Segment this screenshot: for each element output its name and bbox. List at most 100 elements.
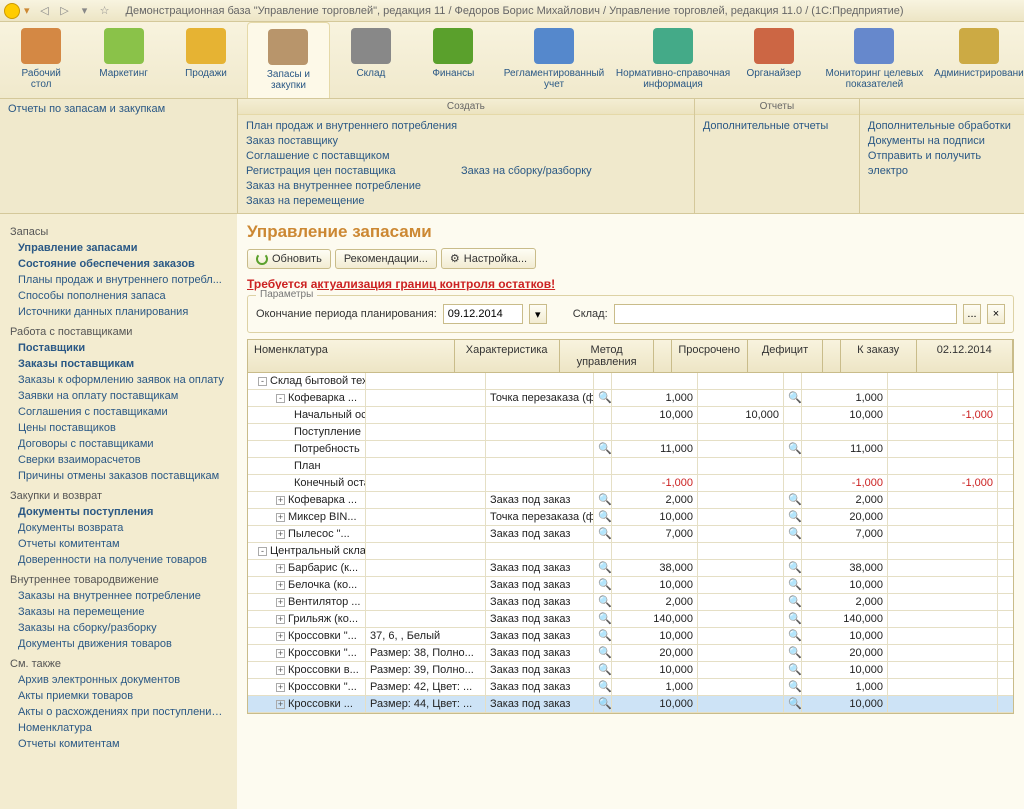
side-link[interactable]: Сверки взаиморасчетов	[0, 452, 237, 468]
side-link[interactable]: Заказы на перемещение	[0, 604, 237, 620]
cell-mag2[interactable]: 🔍	[784, 679, 802, 696]
create-link[interactable]: Заказ на сборку/разборку	[461, 164, 592, 179]
side-link[interactable]: Акты о расхождениях при поступлении т...	[0, 704, 237, 720]
settings-button[interactable]: ⚙ Настройка...	[441, 248, 536, 269]
table-row[interactable]: +Вентилятор ...Заказ под заказ🔍2,000🔍2,0…	[248, 594, 1013, 611]
dropdown-icon[interactable]: ▾	[24, 4, 30, 17]
table-row[interactable]: +Кроссовки в...Размер: 39, Полно...Заказ…	[248, 662, 1013, 679]
table-row[interactable]: +Белочка (ко...Заказ под заказ🔍10,000🔍10…	[248, 577, 1013, 594]
cell-mag1[interactable]: 🔍	[594, 628, 612, 645]
ribbon-6[interactable]: Регламентированныйучет	[495, 22, 614, 98]
ribbon-8[interactable]: Органайзер	[733, 22, 815, 98]
side-link[interactable]: Отчеты комитентам	[0, 736, 237, 752]
table-row[interactable]: +Кроссовки "...Размер: 42, Цвет: ...Зака…	[248, 679, 1013, 696]
create-link[interactable]: Заказ на перемещение	[246, 194, 421, 209]
tree-toggle-icon[interactable]: +	[276, 632, 285, 641]
tree-toggle-icon[interactable]: +	[276, 496, 285, 505]
nav-back-icon[interactable]: ◁	[36, 3, 54, 19]
period-input[interactable]	[443, 304, 523, 324]
cell-mag1[interactable]: 🔍	[594, 441, 612, 458]
side-link[interactable]: Архив электронных документов	[0, 672, 237, 688]
table-row[interactable]: +Миксер BIN...Точка перезаказа (фи...🔍10…	[248, 509, 1013, 526]
create-link[interactable]: Заказ на внутреннее потребление	[246, 179, 421, 194]
side-link[interactable]: Документы поступления	[0, 504, 237, 520]
refresh-button[interactable]: Обновить	[247, 249, 331, 269]
cell-mag2[interactable]: 🔍	[784, 696, 802, 713]
side-link[interactable]: Номенклатура	[0, 720, 237, 736]
cell-mag2[interactable]: 🔍	[784, 662, 802, 679]
cell-mag1[interactable]: 🔍	[594, 492, 612, 509]
table-row[interactable]: +Пылесос "...Заказ под заказ🔍7,000🔍7,000	[248, 526, 1013, 543]
table-row[interactable]: -Склад бытовой техники	[248, 373, 1013, 390]
table-row[interactable]: +Кроссовки "...Размер: 38, Полно...Заказ…	[248, 645, 1013, 662]
side-link[interactable]: Способы пополнения запаса	[0, 288, 237, 304]
tree-toggle-icon[interactable]: +	[276, 683, 285, 692]
cell-mag2[interactable]: 🔍	[784, 441, 802, 458]
cell-mag2[interactable]: 🔍	[784, 577, 802, 594]
table-row[interactable]: Поступление	[248, 424, 1013, 441]
cell-mag2[interactable]: 🔍	[784, 492, 802, 509]
table-row[interactable]: Потребность🔍11,000🔍11,000	[248, 441, 1013, 458]
ribbon-9[interactable]: Мониторинг целевыхпоказателей	[815, 22, 934, 98]
cell-mag1[interactable]: 🔍	[594, 662, 612, 679]
service-link[interactable]: Документы на подписи	[868, 134, 985, 149]
col-name[interactable]: Номенклатура	[248, 340, 455, 372]
side-link[interactable]: Причины отмены заказов поставщикам	[0, 468, 237, 484]
create-link[interactable]: Заказ поставщику	[246, 134, 457, 149]
col-order[interactable]: К заказу	[841, 340, 917, 372]
table-row[interactable]: +Кроссовки ...Размер: 44, Цвет: ...Заказ…	[248, 696, 1013, 713]
service-link[interactable]: Дополнительные обработки	[868, 119, 1011, 134]
reports-link[interactable]: Отчеты по запасам и закупкам	[8, 103, 165, 115]
warehouse-lookup[interactable]: ...	[963, 304, 981, 324]
table-row[interactable]: План	[248, 458, 1013, 475]
tree-toggle-icon[interactable]: +	[276, 564, 285, 573]
create-link[interactable]: Соглашение с поставщиком	[246, 149, 457, 164]
nav-dd-icon[interactable]: ▾	[76, 3, 94, 19]
side-link[interactable]: Цены поставщиков	[0, 420, 237, 436]
table-row[interactable]: +Барбарис (к...Заказ под заказ🔍38,000🔍38…	[248, 560, 1013, 577]
cell-mag1[interactable]: 🔍	[594, 696, 612, 713]
star-icon[interactable]: ☆	[96, 3, 114, 19]
col-deficit[interactable]: Дефицит	[748, 340, 824, 372]
side-link[interactable]: Заказы на внутреннее потребление	[0, 588, 237, 604]
col-date[interactable]: 02.12.2014	[917, 340, 1013, 372]
side-link[interactable]: Заказы к оформлению заявок на оплату	[0, 372, 237, 388]
tree-toggle-icon[interactable]: +	[276, 598, 285, 607]
cell-mag1[interactable]: 🔍	[594, 577, 612, 594]
side-link[interactable]: Отчеты комитентам	[0, 536, 237, 552]
table-row[interactable]: Конечный остаток-1,000-1,000-1,000	[248, 475, 1013, 492]
side-link[interactable]: Договоры с поставщиками	[0, 436, 237, 452]
side-link[interactable]: Акты приемки товаров	[0, 688, 237, 704]
table-row[interactable]: +Кроссовки "...37, 6, , БелыйЗаказ под з…	[248, 628, 1013, 645]
side-link[interactable]: Состояние обеспечения заказов	[0, 256, 237, 272]
cell-mag2[interactable]: 🔍	[784, 611, 802, 628]
ribbon-1[interactable]: Маркетинг	[82, 22, 164, 98]
table-row[interactable]: +Кофеварка ...Заказ под заказ🔍2,000🔍2,00…	[248, 492, 1013, 509]
ribbon-4[interactable]: Склад	[330, 22, 412, 98]
ribbon-7[interactable]: Нормативно-справочнаяинформация	[614, 22, 733, 98]
cell-mag1[interactable]: 🔍	[594, 645, 612, 662]
side-link[interactable]: Заявки на оплату поставщикам	[0, 388, 237, 404]
side-link[interactable]: Соглашения с поставщиками	[0, 404, 237, 420]
col-overdue[interactable]: Просрочено	[672, 340, 748, 372]
table-row[interactable]: +Грильяж (ко...Заказ под заказ🔍140,000🔍1…	[248, 611, 1013, 628]
tree-toggle-icon[interactable]: +	[276, 666, 285, 675]
cell-mag1[interactable]: 🔍	[594, 390, 612, 407]
side-link[interactable]: Заказы поставщикам	[0, 356, 237, 372]
warning-link[interactable]: Требуется актуализация границ контроля о…	[247, 277, 1014, 291]
side-link[interactable]: Источники данных планирования	[0, 304, 237, 320]
side-link[interactable]: Заказы на сборку/разборку	[0, 620, 237, 636]
tree-toggle-icon[interactable]: +	[276, 649, 285, 658]
recommendations-button[interactable]: Рекомендации...	[335, 249, 437, 269]
tree-toggle-icon[interactable]: +	[276, 530, 285, 539]
warehouse-input[interactable]	[614, 304, 957, 324]
side-link[interactable]: Управление запасами	[0, 240, 237, 256]
cell-mag2[interactable]: 🔍	[784, 594, 802, 611]
cell-mag1[interactable]: 🔍	[594, 560, 612, 577]
tree-toggle-icon[interactable]: +	[276, 615, 285, 624]
ribbon-3[interactable]: Запасы изакупки	[247, 22, 330, 98]
create-link[interactable]: Регистрация цен поставщика	[246, 164, 421, 179]
report-link[interactable]: Дополнительные отчеты	[703, 119, 828, 134]
ribbon-10[interactable]: Администрирование	[934, 22, 1024, 98]
tree-toggle-icon[interactable]: -	[276, 394, 285, 403]
